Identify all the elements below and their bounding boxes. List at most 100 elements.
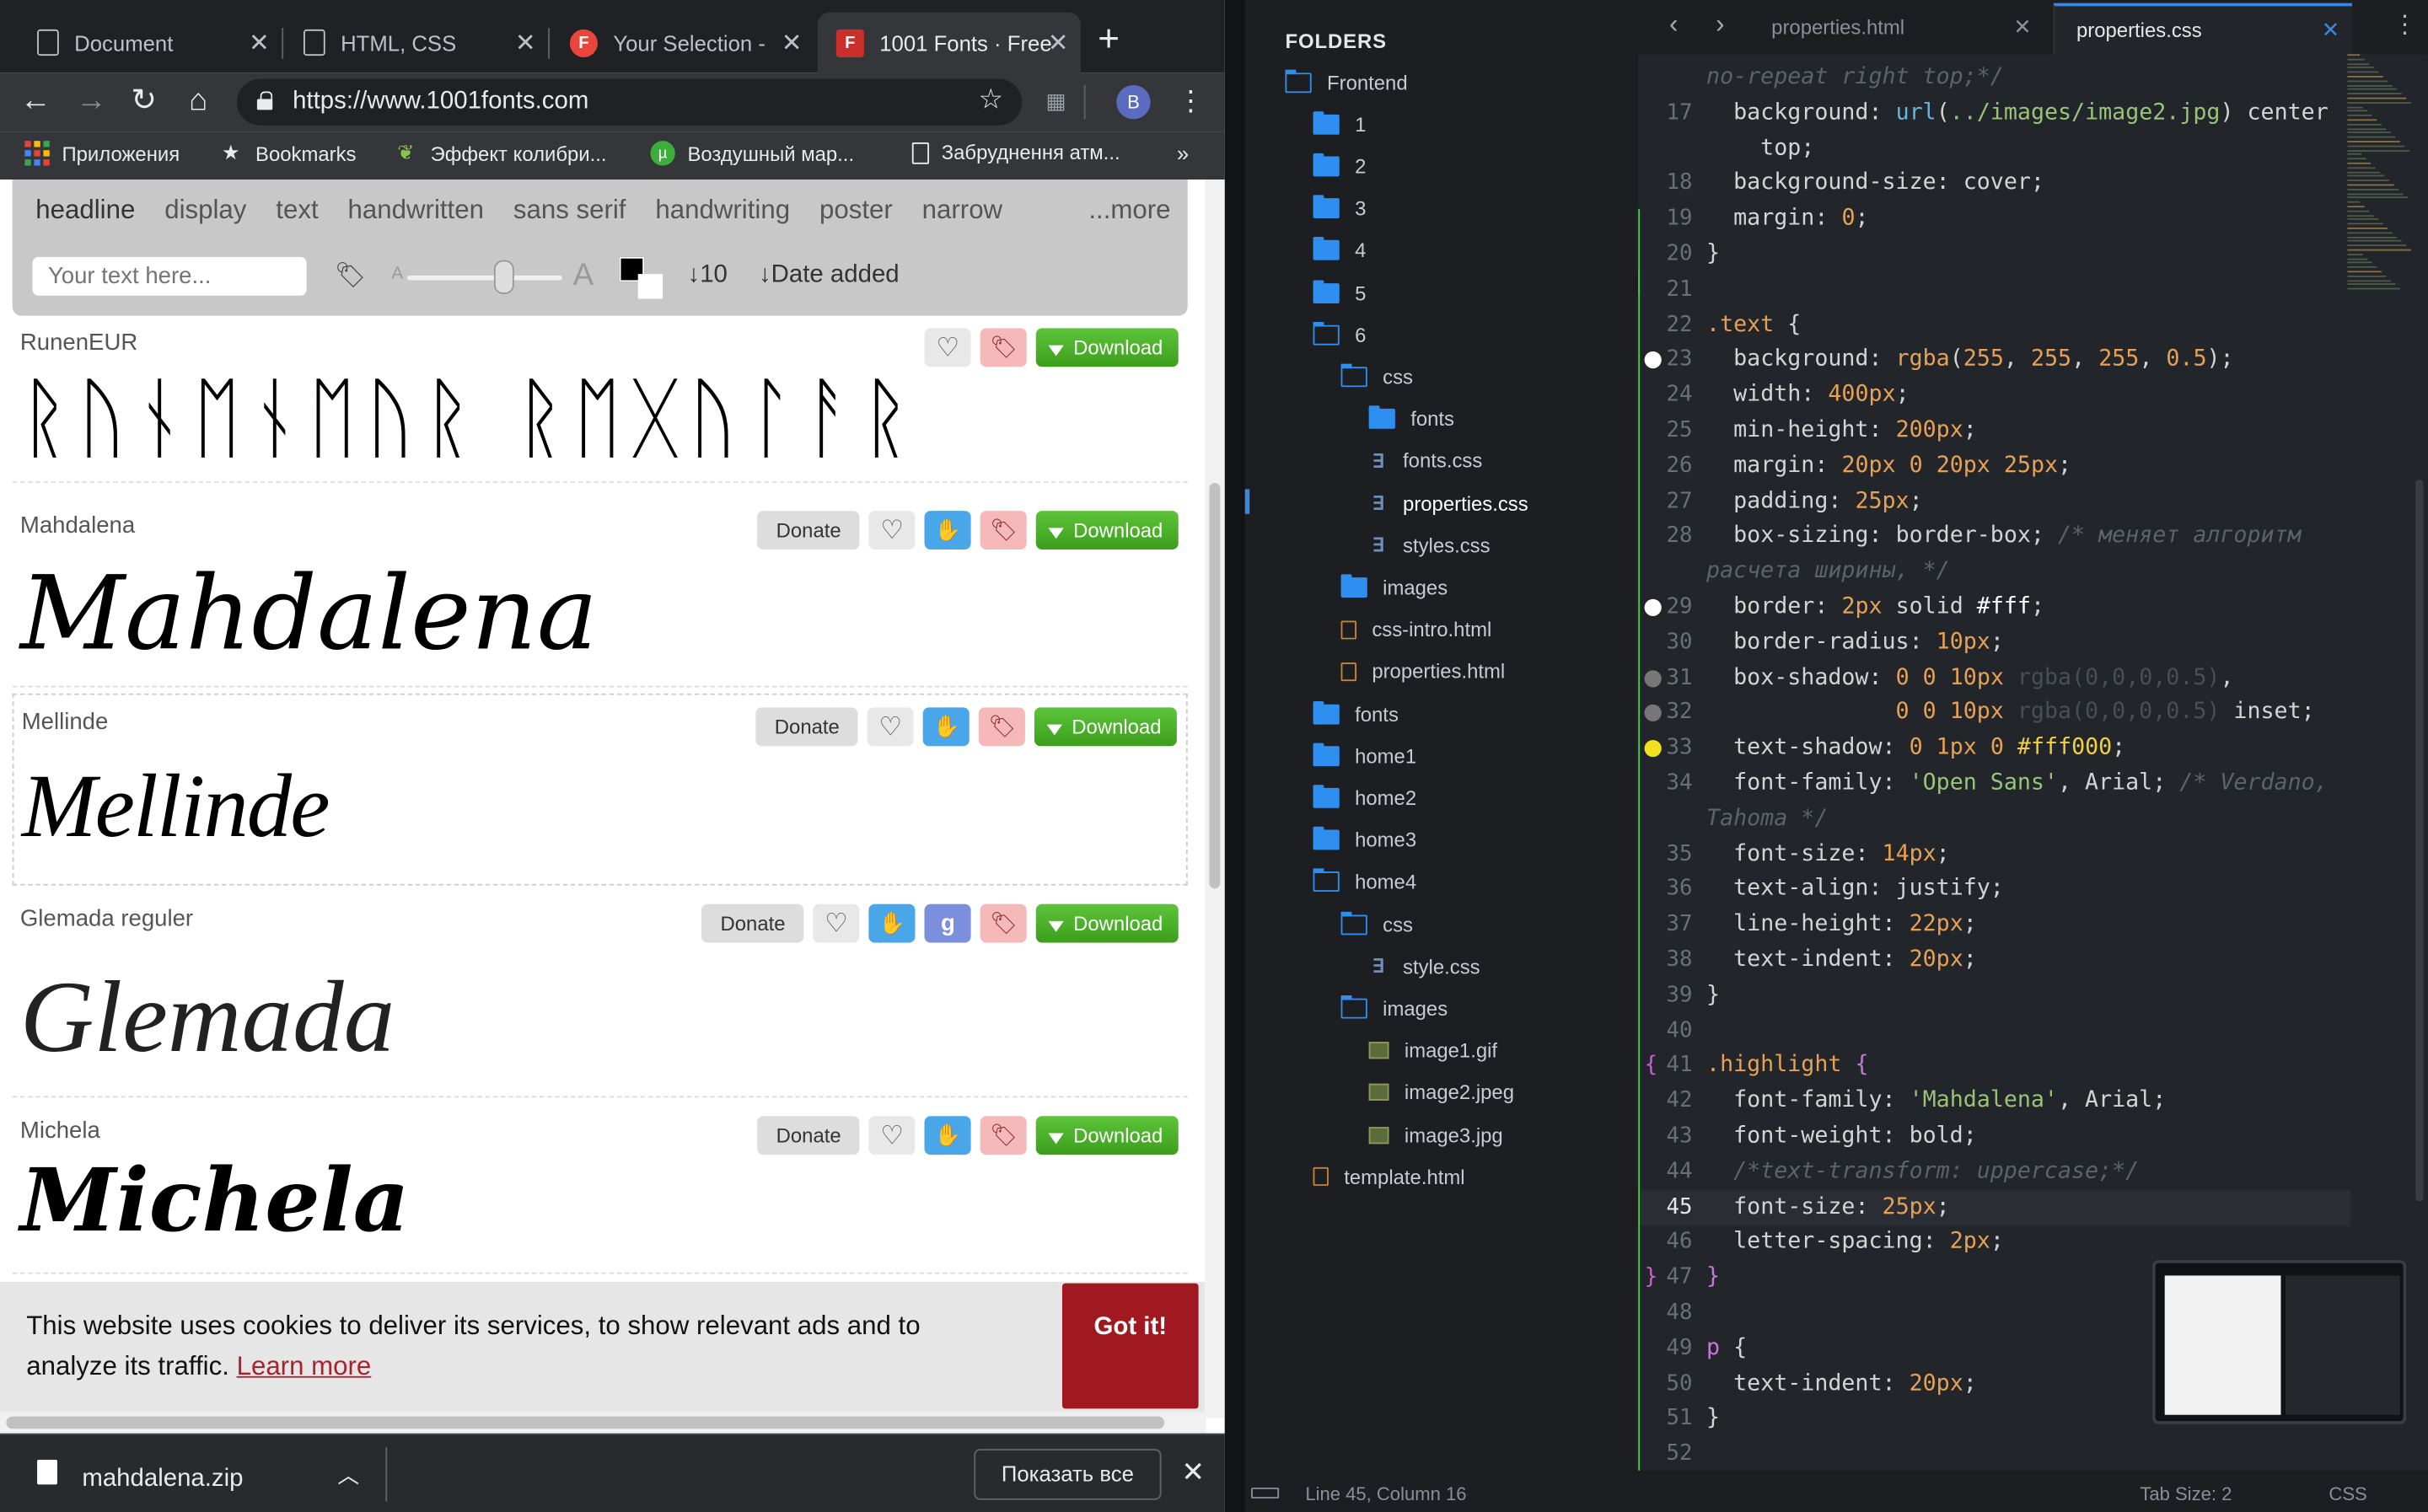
code-line[interactable]: 17 background: url(../images/image2.jpg)…	[1638, 96, 2350, 131]
code-line[interactable]: 21	[1638, 272, 2350, 308]
tree-item[interactable]: home3	[1313, 826, 1416, 854]
got-it-button[interactable]: Got it!	[1061, 1283, 1199, 1409]
hand-icon[interactable]: ✋	[924, 1116, 971, 1155]
heart-icon[interactable]: ♡	[813, 903, 860, 943]
panel-toggle-icon[interactable]	[1251, 1488, 1280, 1499]
background-color-swatch[interactable]	[637, 274, 663, 299]
category-handwritten[interactable]: handwritten	[348, 195, 484, 226]
tree-item[interactable]: 6	[1312, 321, 1366, 349]
category-sans-serif[interactable]: sans serif	[513, 195, 626, 226]
category-narrow[interactable]: narrow	[922, 195, 1002, 226]
color-swap-control[interactable]	[619, 256, 666, 300]
chevron-up-icon[interactable]: ︿	[337, 1460, 359, 1491]
donate-button[interactable]: Donate	[757, 511, 860, 550]
syntax-mode[interactable]: CSS	[2329, 1483, 2366, 1505]
tab-1001fonts[interactable]: F 1001 Fonts · Free ✕	[817, 12, 1082, 73]
extension-icon[interactable]: ▦	[1042, 88, 1070, 116]
code-line[interactable]: 31 box-shadow: 0 0 10px rgba(0,0,0,0.5),	[1638, 661, 2350, 696]
back-icon[interactable]: ←	[19, 83, 52, 117]
page-horizontal-scrollbar[interactable]	[0, 1412, 1206, 1434]
tree-item[interactable]: 2	[1313, 153, 1366, 180]
minimap[interactable]	[2347, 54, 2421, 302]
code-area[interactable]: no-repeat right top;*/ 17 background: url…	[1638, 54, 2351, 1471]
code-line[interactable]: 41 .highlight {{	[1638, 1048, 2350, 1084]
scrollbar-thumb[interactable]	[1209, 483, 1221, 889]
tree-item[interactable]: css	[1340, 363, 1413, 391]
tree-item[interactable]: images	[1340, 573, 1448, 601]
font-name[interactable]: Mellinde	[22, 709, 109, 735]
download-button[interactable]: Download	[1036, 1116, 1179, 1155]
tab-document[interactable]: Document ✕	[19, 13, 284, 73]
tree-item[interactable]: image1.gif	[1368, 1037, 1497, 1064]
forward-icon[interactable]: →	[74, 83, 108, 117]
tree-item[interactable]: 1	[1313, 110, 1366, 138]
code-line[interactable]: 34 font-family: 'Open Sans', Arial; /* V…	[1638, 766, 2350, 802]
download-button[interactable]: Download	[1036, 328, 1179, 367]
sort-count-button[interactable]: ↓10	[687, 261, 727, 289]
code-line[interactable]: 20}	[1638, 237, 2350, 272]
tab-properties-css[interactable]: properties.css ✕	[2053, 3, 2352, 55]
tag-icon[interactable]: 🏷	[980, 328, 1028, 367]
code-line[interactable]: 28 box-sizing: border-box; /* меняет алг…	[1638, 519, 2350, 555]
close-icon[interactable]: ✕	[1048, 28, 1069, 59]
download-button[interactable]: Download	[1036, 903, 1179, 943]
code-line[interactable]: 23 background: rgba(255, 255, 255, 0.5);	[1638, 343, 2350, 378]
category-display[interactable]: display	[164, 195, 246, 226]
bookmark-utorrent[interactable]: µ Воздушный мар...	[650, 141, 854, 166]
hand-icon[interactable]: ✋	[924, 511, 971, 550]
tree-item[interactable]: 3	[1313, 195, 1366, 223]
google-icon[interactable]: g	[924, 903, 971, 943]
code-line[interactable]: 44 /*text-transform: uppercase;*/	[1638, 1155, 2350, 1190]
bookmarks-overflow-button[interactable]: »	[1177, 141, 1189, 165]
tree-item[interactable]: fonts	[1313, 700, 1399, 727]
editor-scrollbar[interactable]	[2415, 480, 2424, 1202]
font-name[interactable]: Mahdalena	[20, 512, 135, 539]
reload-icon[interactable]: ↻	[127, 83, 161, 117]
code-line[interactable]: 43 font-weight: bold;	[1638, 1119, 2350, 1155]
code-line[interactable]: 40	[1638, 1013, 2350, 1048]
more-categories-link[interactable]: ...more	[1088, 195, 1170, 226]
category-text[interactable]: text	[276, 195, 318, 226]
code-line[interactable]: 25 min-height: 200px;	[1638, 413, 2350, 448]
code-line[interactable]: 37 line-height: 22px;	[1638, 908, 2350, 943]
code-line[interactable]: 22 .text {	[1638, 308, 2350, 343]
menu-icon[interactable]: ⋮	[1177, 82, 1205, 119]
tag-icon[interactable]: 🏷	[980, 511, 1028, 550]
show-all-downloads-button[interactable]: Показать все	[974, 1449, 1162, 1500]
desktop-preview-thumbnail[interactable]	[2152, 1260, 2407, 1424]
close-icon[interactable]: ✕	[2322, 6, 2340, 54]
heart-icon[interactable]: ♡	[868, 1116, 916, 1155]
profile-avatar[interactable]: B	[1116, 85, 1151, 120]
slider-handle[interactable]	[493, 260, 514, 294]
font-name[interactable]: RunenEUR	[20, 330, 137, 356]
code-line[interactable]: 26 margin: 20px 0 20px 25px;	[1638, 448, 2350, 484]
learn-more-link[interactable]: Learn more	[237, 1351, 372, 1381]
code-line[interactable]: top;	[1638, 131, 2350, 166]
tree-item[interactable]: ∃ style.css	[1369, 952, 1480, 980]
tree-item[interactable]: ∃ fonts.css	[1369, 447, 1483, 475]
font-name[interactable]: Michela	[20, 1118, 100, 1144]
heart-icon[interactable]: ♡	[924, 328, 971, 367]
code-line[interactable]: 45 font-size: 25px;	[1638, 1189, 2351, 1225]
hand-icon[interactable]: ✋	[868, 903, 916, 943]
donate-button[interactable]: Donate	[755, 707, 858, 747]
chevron-left-icon[interactable]: ‹	[1669, 9, 1678, 40]
code-line[interactable]: 46 letter-spacing: 2px;	[1638, 1225, 2350, 1261]
page-vertical-scrollbar[interactable]	[1204, 180, 1225, 1418]
scrollbar-thumb[interactable]	[6, 1416, 1165, 1429]
font-sample[interactable]: Mahdalena	[20, 555, 598, 673]
code-line[interactable]: 19 margin: 0;	[1638, 201, 2350, 237]
close-icon[interactable]: ✕	[782, 28, 803, 59]
downloaded-file-name[interactable]: mahdalena.zip	[82, 1466, 243, 1493]
chevron-right-icon[interactable]: ›	[1716, 9, 1724, 40]
code-line[interactable]: 52	[1638, 1437, 2350, 1471]
heart-icon[interactable]: ♡	[868, 511, 916, 550]
close-icon[interactable]: ✕	[2013, 3, 2032, 51]
code-line[interactable]: 42 font-family: 'Mahdalena', Arial;	[1638, 1084, 2350, 1119]
tree-item[interactable]: css-intro.html	[1340, 615, 1491, 643]
code-line[interactable]: 27 padding: 25px;	[1638, 484, 2350, 519]
donate-button[interactable]: Donate	[757, 1116, 860, 1155]
category-headline[interactable]: headline	[35, 195, 135, 226]
tree-item[interactable]: fonts	[1368, 405, 1454, 432]
tag-icon[interactable]: 🏷	[979, 707, 1026, 747]
